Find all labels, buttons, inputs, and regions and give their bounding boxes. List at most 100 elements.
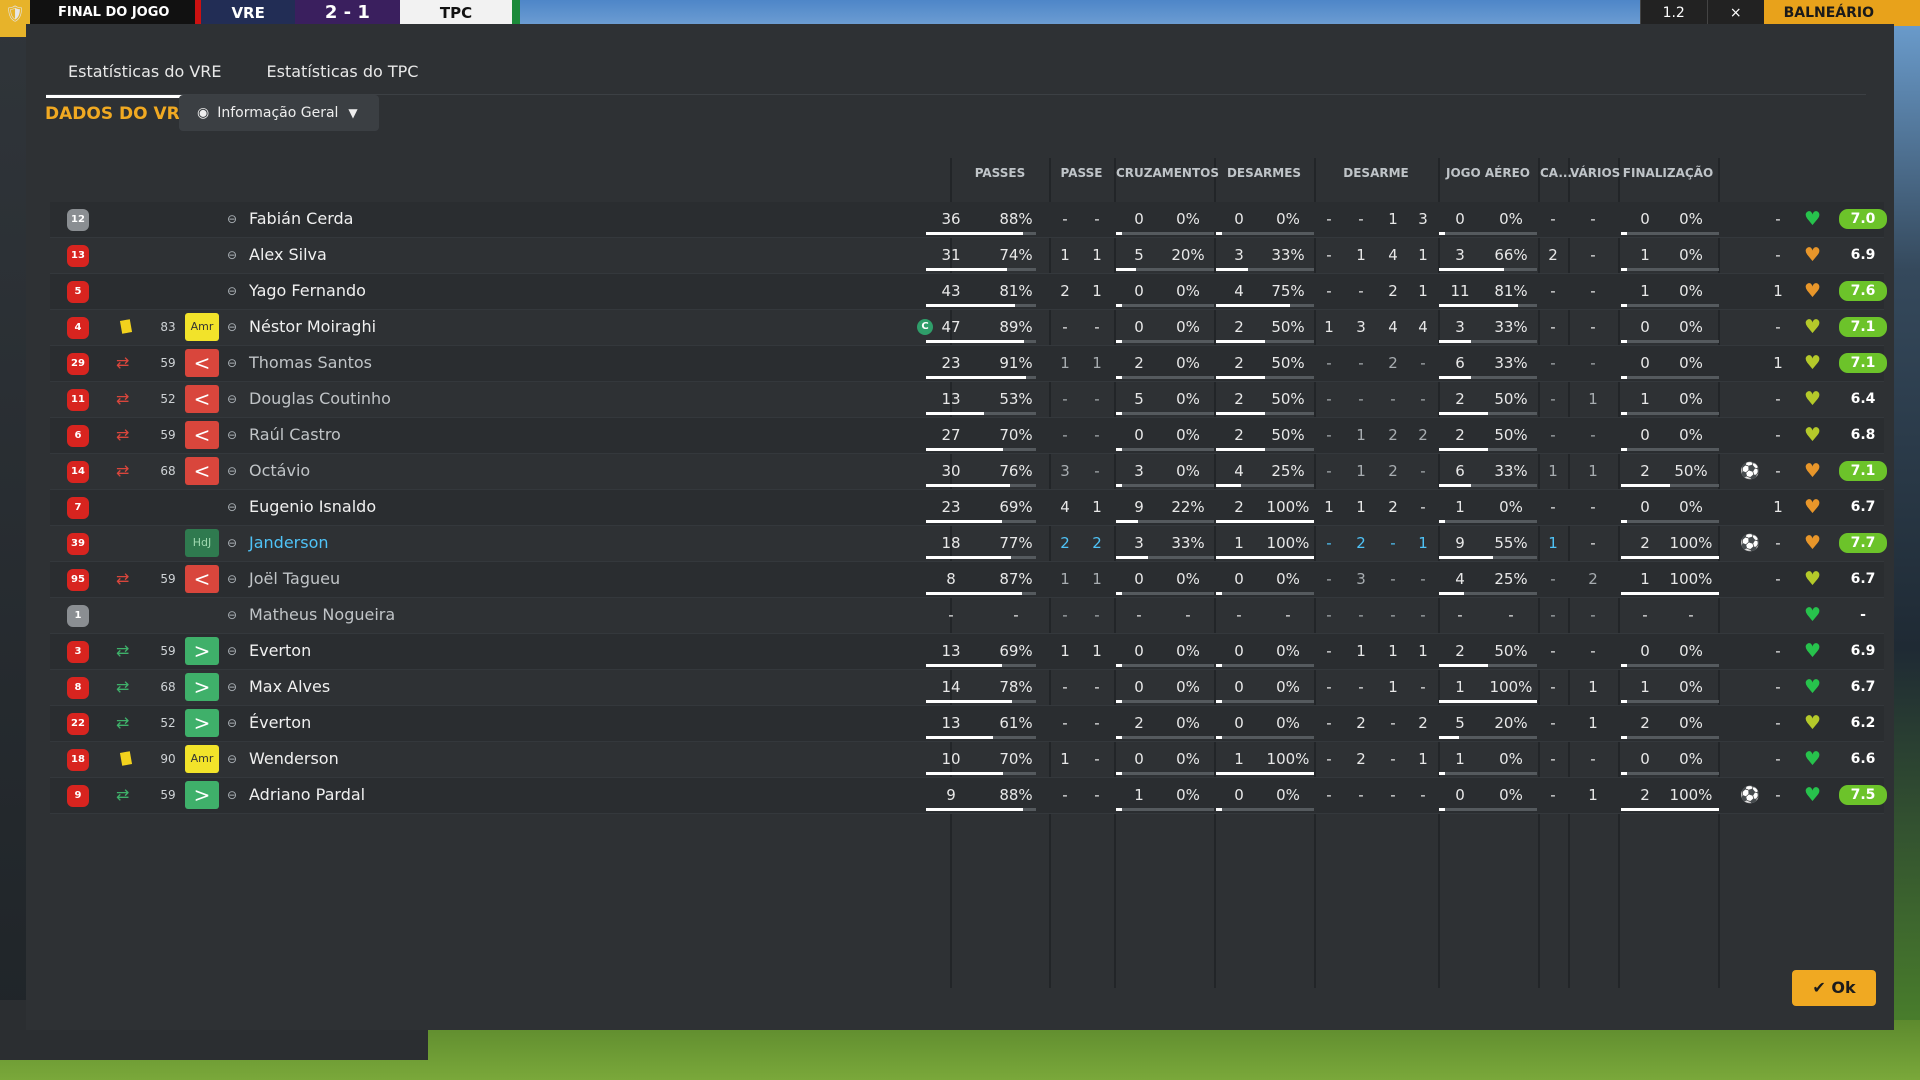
balneario-button[interactable]: BALNEÁRIO bbox=[1763, 0, 1920, 26]
passes-attempted: 31 bbox=[941, 246, 961, 264]
tab-vre-stats[interactable]: Estatísticas do VRE bbox=[46, 56, 245, 98]
match-status: FINAL DO JOGO bbox=[30, 0, 196, 26]
close-icon[interactable]: × bbox=[1706, 0, 1764, 26]
fouls: - bbox=[1358, 786, 1364, 804]
player-name[interactable]: Douglas Coutinho bbox=[249, 382, 391, 416]
player-name[interactable]: Adriano Pardal bbox=[249, 778, 365, 812]
heart-icon: ♥ bbox=[1804, 424, 1822, 446]
tackles-attempted: 2 bbox=[1234, 318, 1244, 336]
status-badge[interactable]: Amr bbox=[185, 313, 219, 341]
table-row[interactable]: 22 ⇄ 52 > ⊖ Éverton 13 61% - -2 0% 0 0% -2-2 5 20% -1 2 0%… bbox=[50, 706, 1884, 742]
speed-control[interactable]: 1.2 bbox=[1639, 0, 1707, 26]
player-name[interactable]: Wenderson bbox=[249, 742, 339, 776]
tackles-pct: 50% bbox=[1271, 354, 1305, 372]
key-passes: - bbox=[1062, 390, 1068, 408]
progress-fill bbox=[1216, 376, 1265, 379]
player-name[interactable]: Joël Tagueu bbox=[249, 562, 340, 596]
player-name[interactable]: Raúl Castro bbox=[249, 418, 341, 452]
player-name[interactable]: Max Alves bbox=[249, 670, 330, 704]
table-row[interactable]: 7 ⊖ Eugenio Isnaldo 23 69% 4 1 9 22% 2 100% 1 1 2-1 0%… bbox=[50, 490, 1884, 526]
view-dropdown[interactable]: ◉ Informação Geral ▼ bbox=[179, 95, 379, 131]
table-row[interactable]: 5 ⊖ Yago Fernando 43 81% 2 1 0 0% 4 75% - -2 1 11 81% - -… bbox=[50, 274, 1887, 310]
passes-pct: 76% bbox=[999, 462, 1033, 480]
passes-attempted: 13 bbox=[941, 714, 961, 732]
player-rating: 7.6 bbox=[1839, 281, 1887, 301]
group-header: DESARME bbox=[1343, 166, 1409, 180]
player-name[interactable]: Everton bbox=[249, 634, 311, 668]
player-name[interactable]: Fabián Cerda bbox=[249, 202, 353, 236]
shirt-number: 12 bbox=[67, 209, 89, 231]
cards: - bbox=[1550, 642, 1556, 660]
passes-pct: 74% bbox=[999, 246, 1033, 264]
table-row[interactable]: 13 ⊖ Alex Silva 31 74% 1 1 5 20% 3 33% -1 4 1 3 66% 2-1 0… bbox=[50, 238, 1884, 274]
status-badge[interactable]: > bbox=[185, 781, 219, 809]
passes-attempted: 23 bbox=[941, 498, 961, 516]
shots-attempted: 0 bbox=[1640, 750, 1650, 768]
table-row[interactable]: 11 ⇄ 52 < ⊖ Douglas Coutinho 13 53% - -5 0% 2 50% - - -… bbox=[50, 382, 1884, 418]
crosses-pct: 0% bbox=[1176, 390, 1200, 408]
crosses-pct: 0% bbox=[1176, 318, 1200, 336]
fouls: - bbox=[1358, 210, 1364, 228]
status-badge[interactable]: HdJ bbox=[185, 529, 219, 557]
status-badge[interactable]: > bbox=[185, 637, 219, 665]
tackles-attempted: - bbox=[1236, 606, 1242, 624]
table-row[interactable]: 12 ⊖ Fabián Cerda 36 88% - - 0 0% 0 0% - - 1 3 0 0% - - 0 0%… bbox=[50, 202, 1887, 238]
status-badge[interactable]: < bbox=[185, 349, 219, 377]
table-row[interactable]: 95 ⇄ 59 < ⊖ Joël Tagueu 8 87% 1 1 0 0% 0 0% -3- -4 25% -2… bbox=[50, 562, 1884, 598]
table-row[interactable]: 8 ⇄ 68 > ⊖ Max Alves 14 78% - -0 0% 0 0% - -1-1 100% -1 1… bbox=[50, 670, 1884, 706]
status-badge[interactable]: Amr bbox=[185, 745, 219, 773]
table-row[interactable]: 4 83 Amr ⊖ Néstor Moiraghi C 47 89% - -0 0% 2 50% 1 3 4… bbox=[50, 310, 1887, 346]
headers-attempted: 1 bbox=[1455, 498, 1465, 516]
shots-pct: 0% bbox=[1679, 318, 1703, 336]
player-name[interactable]: Yago Fernando bbox=[249, 274, 366, 308]
status-badge[interactable]: < bbox=[185, 385, 219, 413]
yellow-card-icon bbox=[119, 319, 133, 334]
player-name[interactable]: Éverton bbox=[249, 706, 311, 740]
status-badge[interactable]: > bbox=[185, 673, 219, 701]
table-row[interactable]: 18 90 Amr ⊖ Wenderson 10 70% 1-0 0% 1 100% -2-1 1 0% -… bbox=[50, 742, 1884, 778]
progress-fill bbox=[1116, 232, 1122, 235]
person-icon: ⊖ bbox=[227, 752, 238, 766]
table-row[interactable]: 3 ⇄ 59 > ⊖ Everton 13 69% 1 1 0 0% 0 0% - 1 1 1 2 50% - - 0 0% -… bbox=[50, 634, 1884, 670]
status-badge[interactable]: < bbox=[185, 421, 219, 449]
player-name[interactable]: Alex Silva bbox=[249, 238, 327, 272]
passes-pct: 81% bbox=[999, 282, 1033, 300]
tackle-key: 1 bbox=[1324, 318, 1334, 336]
progress-fill bbox=[1439, 340, 1472, 343]
cards: - bbox=[1550, 606, 1556, 624]
table-row[interactable]: 14 ⇄ 68 < ⊖ Octávio 30 76% 3 - 3 0% 4 25% - 1 2 - 6 33% 1 1 2 5… bbox=[50, 454, 1887, 490]
status-badge[interactable]: > bbox=[185, 709, 219, 737]
player-name[interactable]: Octávio bbox=[249, 454, 310, 488]
table-row[interactable]: 6 ⇄ 59 < ⊖ Raúl Castro 27 70% - - 0 0% 2 50% - 1 2 2 2 50% -… bbox=[50, 418, 1884, 454]
progress-track bbox=[1116, 448, 1214, 451]
assists: - bbox=[1775, 786, 1781, 804]
player-rating: - bbox=[1860, 607, 1866, 623]
player-name[interactable]: Matheus Nogueira bbox=[249, 598, 395, 632]
player-name[interactable]: Janderson bbox=[249, 526, 329, 560]
key-passes: - bbox=[1062, 318, 1068, 336]
progress-fill bbox=[1439, 808, 1445, 811]
chances-created: - bbox=[1094, 606, 1100, 624]
sub-in-icon: ⇄ bbox=[116, 713, 130, 732]
ok-button[interactable]: ✔ Ok bbox=[1792, 970, 1876, 1006]
player-name[interactable]: Thomas Santos bbox=[249, 346, 372, 380]
table-row[interactable]: 39 HdJ ⊖ Janderson 18 77% 2 2 3 33% 1 100% -2-1 9 55% 1… bbox=[50, 526, 1887, 562]
status-badge[interactable]: < bbox=[185, 457, 219, 485]
table-row[interactable]: 29 ⇄ 59 < ⊖ Thomas Santos 23 91% 1 1 2 0% 2 50% - - 2 - 6 3… bbox=[50, 346, 1887, 382]
table-row[interactable]: 1 ⊖ Matheus Nogueira - - - - - - - - - - - - - - - - - - ♥ - bbox=[50, 598, 1884, 634]
key-passes: - bbox=[1062, 714, 1068, 732]
chances-created: 2 bbox=[1092, 534, 1102, 552]
assists: - bbox=[1775, 426, 1781, 444]
progress-fill bbox=[926, 340, 1024, 343]
assists bbox=[1766, 598, 1790, 632]
tackle-key: - bbox=[1326, 390, 1332, 408]
headers-attempted: 5 bbox=[1455, 714, 1465, 732]
status-badge[interactable]: < bbox=[185, 565, 219, 593]
tackle-key: - bbox=[1326, 534, 1332, 552]
player-name[interactable]: Eugenio Isnaldo bbox=[249, 490, 376, 524]
tab-tpc-stats[interactable]: Estatísticas do TPC bbox=[245, 56, 442, 98]
crosses-pct: 0% bbox=[1176, 210, 1200, 228]
player-name[interactable]: Néstor Moiraghi bbox=[249, 310, 376, 344]
stats-panel: Estatísticas do VRE Estatísticas do TPC … bbox=[26, 24, 1894, 1030]
table-row[interactable]: 9 ⇄ 59 > ⊖ Adriano Pardal 9 88% - - 1 0% 0 0% - - - - 0 0% -… bbox=[50, 778, 1887, 814]
